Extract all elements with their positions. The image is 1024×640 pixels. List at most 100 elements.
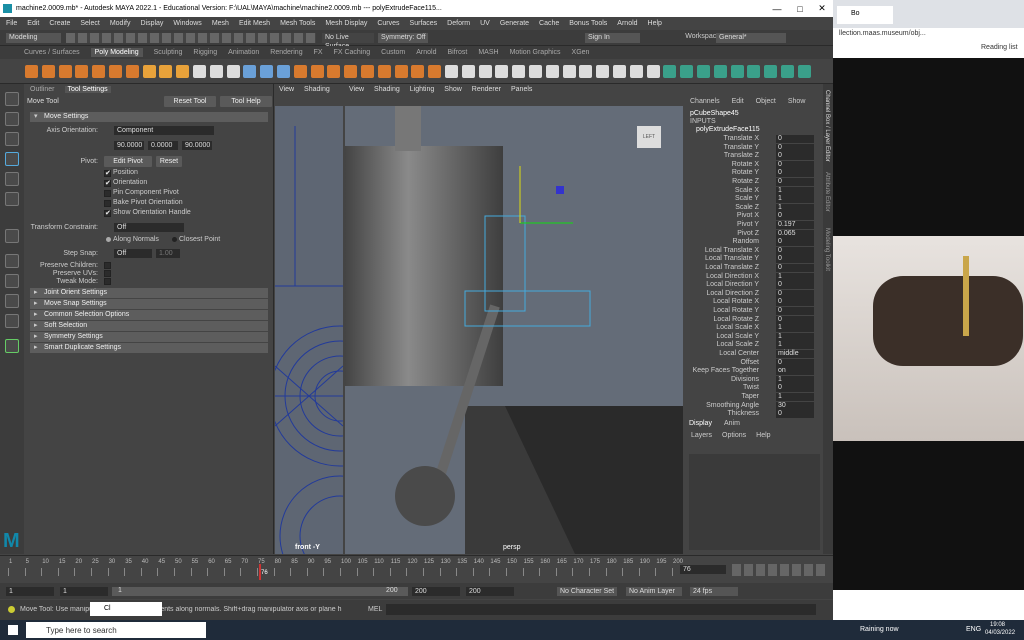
end-frame[interactable]: 200 bbox=[466, 587, 514, 596]
channel-row[interactable]: Keep Faces Together on bbox=[686, 367, 823, 376]
channel-row[interactable]: Rotate Y 0 bbox=[686, 169, 823, 178]
reset-tool-button[interactable]: Reset Tool bbox=[164, 96, 216, 107]
shelf-tab-4[interactable]: Animation bbox=[228, 49, 259, 56]
channel-row[interactable]: Local Direction Z 0 bbox=[686, 289, 823, 299]
current-frame-field[interactable]: 76 bbox=[680, 565, 726, 574]
layout-two-icon[interactable] bbox=[5, 274, 19, 288]
channel-value[interactable]: 0 bbox=[776, 160, 814, 169]
shelf-tool-icon[interactable] bbox=[209, 65, 223, 78]
channel-value[interactable]: 0 bbox=[776, 178, 814, 186]
axis-value-x[interactable]: 90.0000 bbox=[114, 141, 144, 150]
symmetry-dropdown[interactable]: Symmetry: Off bbox=[378, 33, 428, 43]
shelf-tool-icon[interactable] bbox=[25, 65, 38, 78]
section-symmetry[interactable]: Symmetry Settings bbox=[30, 332, 268, 342]
channel-row[interactable]: Random 0 bbox=[686, 238, 823, 247]
shelf-tool-icon[interactable] bbox=[562, 65, 576, 78]
shelf-tab-9[interactable]: Arnold bbox=[416, 49, 436, 56]
channel-row[interactable]: Scale Y 1 bbox=[686, 195, 823, 204]
shelf-tab-2[interactable]: Sculpting bbox=[154, 49, 183, 56]
channel-row[interactable]: Local Translate X 0 bbox=[686, 246, 823, 256]
rotate-tool-icon[interactable] bbox=[5, 172, 19, 186]
checkbox-orientation[interactable] bbox=[104, 179, 111, 187]
menu-windows[interactable]: Windows bbox=[173, 20, 201, 27]
cb-menu-channels[interactable]: Channels bbox=[690, 98, 720, 105]
menu-edit[interactable]: Edit bbox=[27, 20, 39, 27]
channel-value[interactable]: 1 bbox=[776, 332, 814, 341]
menu-deform[interactable]: Deform bbox=[447, 20, 470, 27]
shelf-tab-13[interactable]: XGen bbox=[572, 49, 590, 56]
fps-dropdown[interactable]: 24 fps bbox=[690, 587, 738, 596]
move-tool-icon[interactable] bbox=[5, 152, 19, 166]
shelf-tool-icon[interactable] bbox=[596, 65, 610, 78]
menu-modify[interactable]: Modify bbox=[110, 20, 131, 27]
shelf-tool-icon[interactable] bbox=[697, 65, 710, 78]
channel-row[interactable]: Pivot X 0 bbox=[686, 212, 823, 221]
shelf-tool-icon[interactable] bbox=[75, 65, 89, 78]
select-tool-icon[interactable] bbox=[5, 92, 19, 106]
live-surface[interactable]: No Live Surface bbox=[322, 33, 374, 50]
shelf-tool-icon[interactable] bbox=[327, 65, 341, 78]
vp2-menu-panels[interactable]: Panels bbox=[511, 86, 532, 93]
shelf-tool-icon[interactable] bbox=[310, 65, 324, 78]
axis-value-z[interactable]: 90.0000 bbox=[182, 141, 212, 150]
shelf-tool-icon[interactable] bbox=[277, 65, 290, 78]
channel-value[interactable]: 30 bbox=[776, 401, 814, 410]
radio-along-normals[interactable] bbox=[106, 237, 111, 242]
menu-mesh-display[interactable]: Mesh Display bbox=[325, 20, 367, 27]
shelf-tab-8[interactable]: Custom bbox=[381, 49, 405, 56]
shelf-tab-11[interactable]: MASH bbox=[478, 49, 498, 56]
browser-tab[interactable]: Bo bbox=[837, 6, 893, 24]
tool-help-button[interactable]: Tool Help bbox=[220, 96, 272, 107]
radio-closest-point[interactable] bbox=[172, 237, 177, 242]
layers-menu-help[interactable]: Help bbox=[756, 432, 770, 439]
shelf-tool-icon[interactable] bbox=[361, 65, 374, 78]
playback-controls[interactable] bbox=[732, 564, 828, 576]
tab-anim[interactable]: Anim bbox=[724, 420, 740, 427]
tab-outliner[interactable]: Outliner bbox=[30, 86, 55, 93]
shelf-tool-icon[interactable] bbox=[377, 65, 391, 78]
side-tab-channel-box[interactable]: Channel Box / Layer Editor bbox=[824, 90, 830, 162]
channel-row[interactable]: Scale X 1 bbox=[686, 186, 823, 196]
channel-value[interactable]: 1 bbox=[776, 195, 814, 204]
channel-value[interactable]: 1 bbox=[776, 324, 814, 333]
character-set[interactable]: No Character Set bbox=[557, 587, 617, 596]
side-tab-modeling-toolkit[interactable]: Modeling Toolkit bbox=[824, 228, 830, 271]
checkbox-preserve-children[interactable] bbox=[104, 262, 111, 269]
channel-value[interactable]: 1 bbox=[776, 375, 814, 384]
viewport-front[interactable]: View Shading front -Y bbox=[275, 84, 343, 554]
layers-menu-layers[interactable]: Layers bbox=[691, 432, 712, 439]
menu-display[interactable]: Display bbox=[140, 20, 163, 27]
shelf-tool-icon[interactable] bbox=[478, 65, 492, 78]
channel-row[interactable]: Scale Z 1 bbox=[686, 203, 823, 213]
reading-list[interactable]: Reading list bbox=[981, 44, 1018, 51]
channel-value[interactable]: 1 bbox=[776, 341, 814, 350]
channel-row[interactable]: Local Scale X 1 bbox=[686, 324, 823, 333]
node-name[interactable]: polyExtrudeFace115 bbox=[696, 126, 760, 133]
shelf-tool-icon[interactable] bbox=[92, 65, 106, 78]
section-smart-duplicate[interactable]: Smart Duplicate Settings bbox=[30, 343, 268, 353]
outliner-layout-icon[interactable] bbox=[5, 314, 19, 328]
shelf-tool-icon[interactable] bbox=[243, 65, 257, 78]
channel-row[interactable]: Local Rotate Z 0 bbox=[686, 315, 823, 325]
reset-pivot-button[interactable]: Reset bbox=[156, 156, 182, 167]
shelf-tool-icon[interactable] bbox=[428, 65, 442, 78]
shelf-tab-6[interactable]: FX bbox=[314, 49, 323, 56]
menu-bonus-tools[interactable]: Bonus Tools bbox=[569, 20, 607, 27]
menu-file[interactable]: File bbox=[6, 20, 17, 27]
menu-uv[interactable]: UV bbox=[480, 20, 490, 27]
channel-value[interactable]: 0 bbox=[776, 212, 814, 221]
shelf-tool-icon[interactable] bbox=[579, 65, 593, 78]
channel-row[interactable]: Divisions 1 bbox=[686, 375, 823, 385]
shelf-tool-icon[interactable] bbox=[41, 65, 55, 78]
tab-tool-settings[interactable]: Tool Settings bbox=[64, 86, 111, 93]
channel-row[interactable]: Translate Z 0 bbox=[686, 152, 823, 161]
channel-row[interactable]: Local Rotate Y 0 bbox=[686, 307, 823, 316]
taskbar-search[interactable]: Type here to search bbox=[26, 622, 206, 638]
shelf-tool-icon[interactable] bbox=[629, 65, 643, 78]
menu-create[interactable]: Create bbox=[49, 20, 70, 27]
channel-row[interactable]: Translate Y 0 bbox=[686, 143, 823, 153]
shelf-tab-5[interactable]: Rendering bbox=[270, 49, 302, 56]
checkbox-bake-pivot[interactable] bbox=[104, 200, 111, 207]
menu-mesh-tools[interactable]: Mesh Tools bbox=[280, 20, 315, 27]
channel-value[interactable]: 0 bbox=[776, 289, 814, 298]
